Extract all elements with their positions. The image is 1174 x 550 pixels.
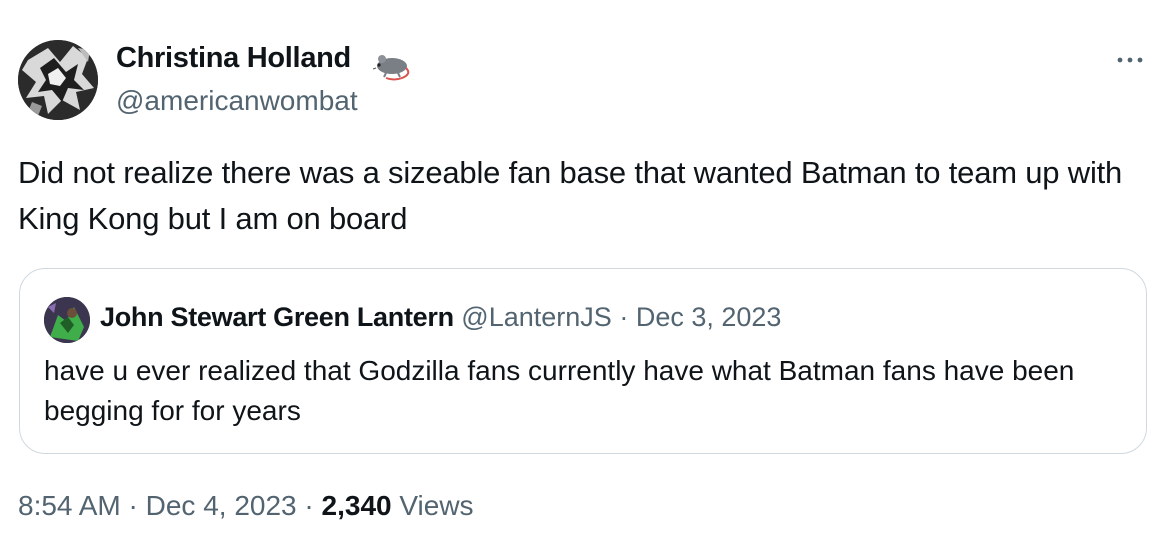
quote-avatar-image — [44, 297, 90, 343]
author-avatar[interactable] — [18, 40, 98, 120]
author-handle[interactable]: @americanwombat — [116, 85, 358, 117]
quote-author-handle[interactable]: @LanternJS — [461, 302, 612, 332]
rat-emoji-icon — [372, 55, 410, 81]
quote-tweet-card[interactable]: John Stewart Green Lantern @LanternJS · … — [19, 268, 1147, 454]
quote-date[interactable]: Dec 3, 2023 — [636, 302, 782, 332]
author-name[interactable]: Christina Holland — [116, 42, 351, 75]
quote-author-avatar[interactable] — [44, 297, 90, 343]
tweet-footer: 8:54 AM · Dec 4, 2023 · 2,340 Views — [18, 490, 474, 522]
tweet-text: Did not realize there was a sizeable fan… — [18, 155, 1123, 236]
footer-separator: · — [128, 490, 138, 521]
quote-header: John Stewart Green Lantern @LanternJS · … — [100, 302, 781, 333]
views-label: Views — [399, 490, 474, 521]
tweet-time[interactable]: 8:54 AM — [18, 490, 121, 521]
quote-author-name[interactable]: John Stewart Green Lantern — [100, 302, 454, 332]
footer-separator-2: · — [304, 490, 314, 521]
tweet-date[interactable]: Dec 4, 2023 — [146, 490, 297, 521]
views-count: 2,340 — [321, 490, 392, 521]
tweet-card: Christina Holland @americanwombat Did no… — [0, 0, 1174, 550]
author-avatar-image — [18, 40, 98, 120]
quote-text: have u ever realized that Godzilla fans … — [44, 355, 1075, 426]
more-options-icon[interactable] — [1110, 46, 1150, 74]
quote-separator: · — [619, 302, 629, 332]
